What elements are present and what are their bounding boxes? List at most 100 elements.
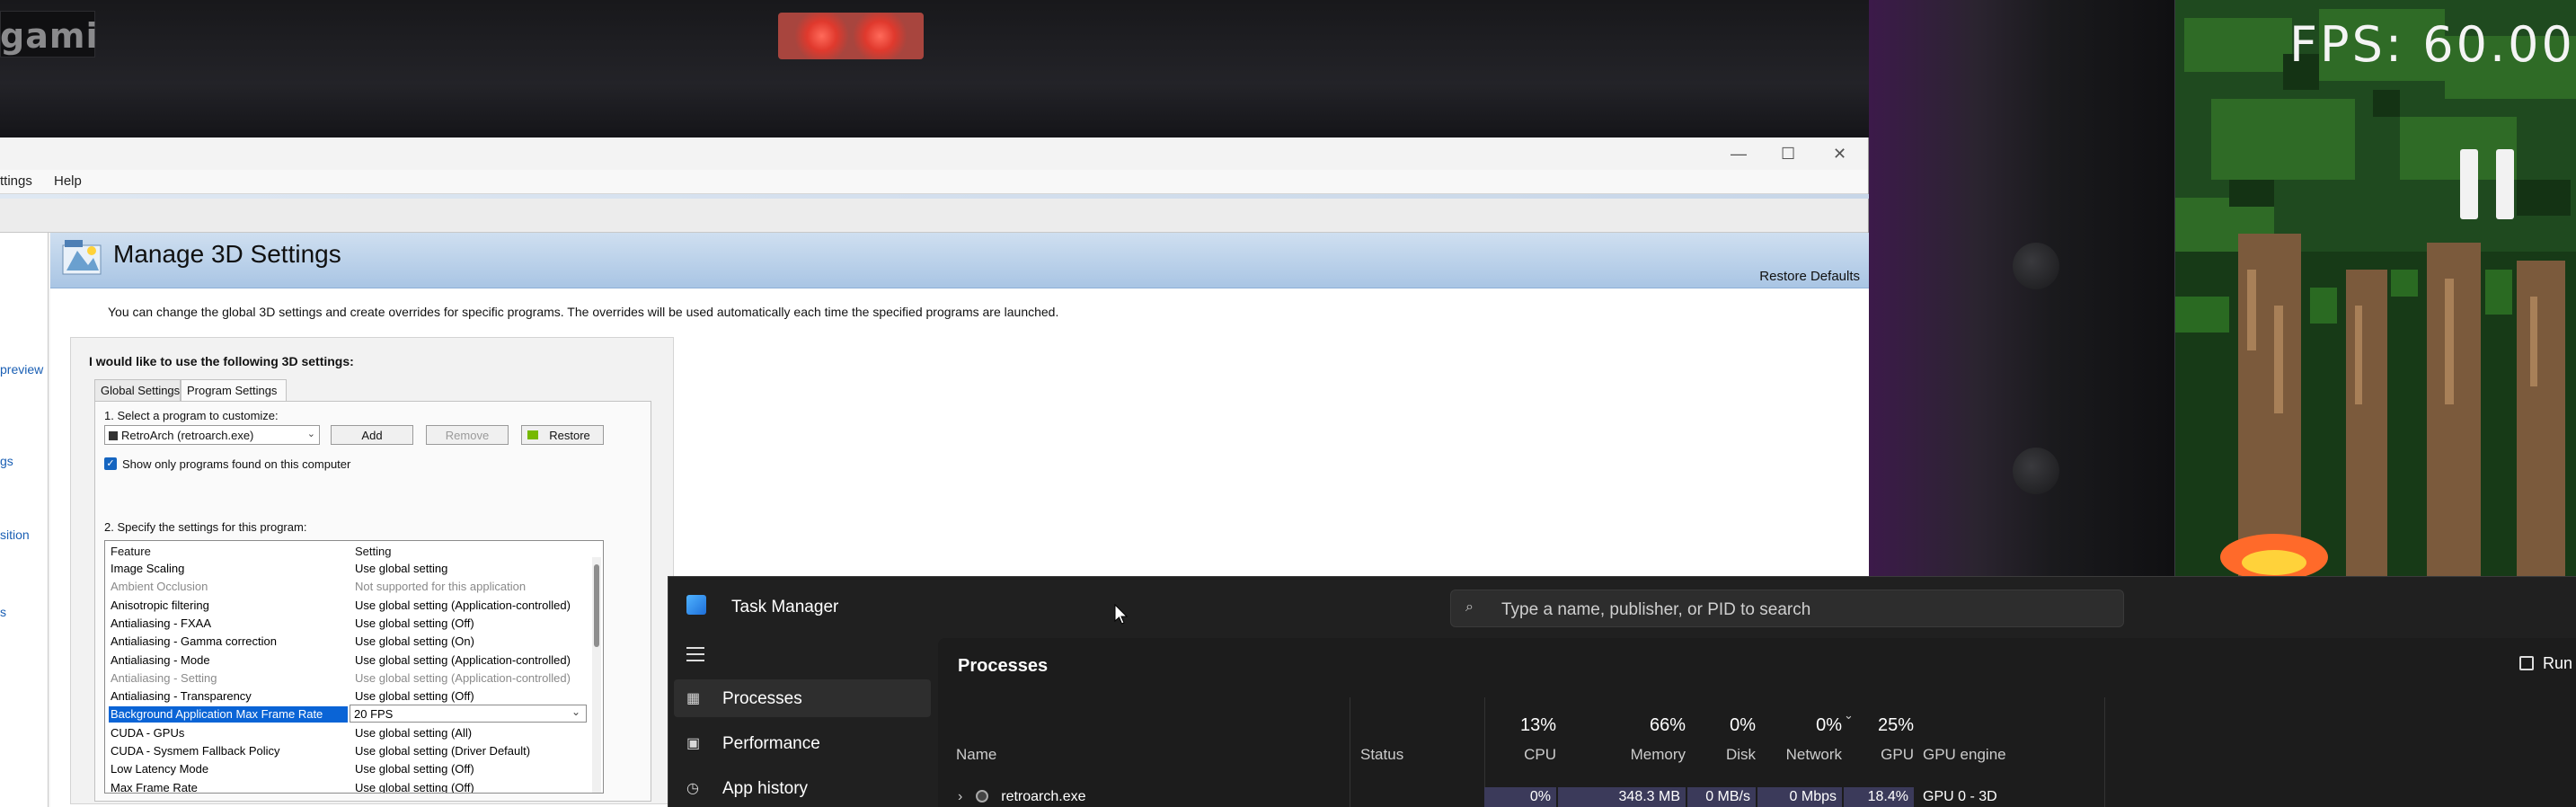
column-name[interactable]: Name [956,746,996,764]
tab-global-settings[interactable]: Global Settings [94,379,181,401]
menu-help[interactable]: Help [54,173,82,189]
column-network[interactable]: Network [1757,746,1842,764]
chevron-down-icon: ⌄ [571,705,580,719]
column-memory[interactable]: Memory [1558,746,1686,764]
tab-program-settings[interactable]: Program Settings [181,379,287,402]
retroarch-app-icon [975,790,988,803]
pause-icon[interactable] [2458,149,2516,219]
window-titlebar: — ☐ ✕ [0,137,1868,170]
setting-value: 20 FPS [354,707,394,722]
fps-label: FPS: [2289,16,2405,73]
task-link-settings[interactable]: gs [0,454,13,468]
restore-defaults-link[interactable]: Restore Defaults [1759,269,1860,284]
expand-chevron-icon[interactable]: › [958,789,962,804]
hamburger-menu-icon[interactable] [686,647,704,661]
remove-button[interactable]: Remove [426,425,509,445]
run-new-task-label: Run new ta [2543,654,2576,672]
nav-app-history-label: App history [722,779,809,798]
group-title: I would like to use the following 3D set… [89,354,354,368]
task-manager-titlebar: Task Manager ⌕ Type a name, publisher, o… [668,577,2576,638]
restore-button-label: Restore [549,429,590,442]
nav-performance[interactable]: ▣ Performance [674,724,931,762]
restore-button[interactable]: Restore [521,425,604,445]
program-select-value: RetroArch (retroarch.exe) [121,429,254,442]
column-divider [2104,697,2105,807]
setting-row[interactable]: Antialiasing - Setting Use global setting… [109,669,585,687]
task-manager-nav: ▦ Processes ▣ Performance ◷ App history [668,638,938,807]
fps-value: 60.00 [2422,16,2575,73]
setting-value: Use global setting (Off) [355,780,474,794]
process-row-retroarch[interactable]: › retroarch.exe [958,787,1086,807]
setting-row[interactable]: Image Scaling Use global setting [109,559,585,577]
setting-feature: Background Application Max Frame Rate [109,706,348,723]
run-new-task-button[interactable]: Run new ta [2519,654,2576,673]
menu-settings[interactable]: ttings [0,173,32,189]
minimize-icon[interactable]: — [1731,145,1747,164]
setting-row[interactable]: Low Latency Mode Use global setting (Off) [109,759,585,777]
column-feature: Feature [111,545,151,558]
process-search-input[interactable]: ⌕ Type a name, publisher, or PID to sear… [1450,590,2124,627]
column-gpu[interactable]: GPU [1844,746,1914,764]
program-select[interactable]: RetroArch (retroarch.exe) ⌄ [104,425,320,445]
setting-feature: Antialiasing - Transparency [111,689,252,704]
setting-row[interactable]: Ambient Occlusion Not supported for this … [109,577,585,595]
setting-row[interactable]: Antialiasing - FXAA Use global setting (O… [109,614,585,632]
nav-processes[interactable]: ▦ Processes [674,679,931,717]
page-description: You can change the global 3D settings an… [108,305,1059,319]
maximize-icon[interactable]: ☐ [1781,145,1795,164]
column-disk[interactable]: Disk [1687,746,1756,764]
chevron-down-icon: ⌄ [306,429,315,439]
process-gpu: 18.4% [1844,787,1914,807]
setting-row[interactable]: CUDA - Sysmem Fallback Policy Use global … [109,741,585,759]
setting-row[interactable]: Antialiasing - Mode Use global setting (A… [109,651,585,669]
column-cpu[interactable]: CPU [1484,746,1556,764]
processes-page: Processes Run new ta Name Status 13% CPU… [938,638,2576,807]
settings-group: I would like to use the following 3D set… [70,337,674,804]
processes-icon: ▦ [686,691,701,706]
nvidia-logo-icon [527,430,538,439]
cpu-total: 13% [1519,715,1556,735]
setting-value-select[interactable]: 20 FPS ⌄ [350,705,587,723]
scrollbar-thumb[interactable] [594,564,599,647]
bezel-screw [2013,243,2059,289]
setting-row[interactable]: Max Frame Rate Use global setting (Off) [109,778,585,794]
task-manager-title: Task Manager [731,598,839,616]
add-button[interactable]: Add [331,425,413,445]
process-name: retroarch.exe [1001,789,1086,804]
step1-label: 1. Select a program to customize: [104,409,279,422]
setting-row[interactable]: CUDA - GPUs Use global setting (All) [109,723,585,741]
setting-value: Use global setting (Off) [355,616,474,630]
setting-value: Use global setting (Off) [355,762,474,776]
task-link-other[interactable]: s [0,605,6,619]
nav-app-history[interactable]: ◷ App history [674,769,931,807]
nav-processes-label: Processes [722,689,802,708]
setting-row[interactable]: Antialiasing - Gamma correction Use globa… [109,632,585,650]
3d-settings-icon [62,240,102,275]
program-icon [109,431,118,440]
settings-list: Feature Setting Image Scaling Use global … [104,540,604,794]
column-status[interactable]: Status [1360,746,1403,764]
setting-row[interactable]: Background Application Max Frame Rate 20 … [109,705,587,723]
setting-feature: Ambient Occlusion [111,580,208,594]
game-scene [2175,0,2576,577]
setting-value: Use global setting (Application-controll… [355,670,571,685]
column-gpu-engine[interactable]: GPU engine [1923,746,2006,764]
toolbar-accent-strip [0,194,1869,199]
setting-feature: Max Frame Rate [111,780,198,794]
task-link-position[interactable]: sition [0,528,30,542]
process-network: 0 Mbps [1757,787,1842,807]
setting-feature: Antialiasing - FXAA [111,616,211,630]
close-icon[interactable]: ✕ [1833,145,1846,164]
task-link-preview[interactable]: preview [0,362,43,377]
setting-row[interactable]: Anisotropic filtering Use global setting … [109,596,585,614]
page-title: Manage 3D Settings [113,240,341,268]
arcade-bezel-top [0,0,2174,139]
arcade-led-indicator [778,13,924,59]
setting-feature: Low Latency Mode [111,762,209,776]
fps-counter: FPS: 60.00 [2289,16,2575,73]
show-only-checkbox[interactable]: ✓ [104,457,117,470]
setting-row[interactable]: Antialiasing - Transparency Use global se… [109,687,585,705]
task-tree-panel: preview gs sition s [0,233,49,807]
list-scrollbar[interactable] [592,557,601,793]
setting-value: Use global setting (On) [355,634,474,649]
